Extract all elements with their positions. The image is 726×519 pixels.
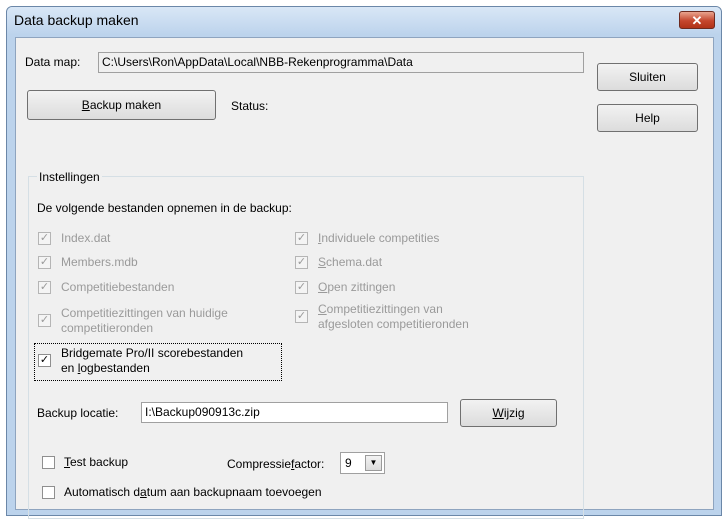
schema-text: chema.dat [326, 255, 383, 269]
sessions-closed-accesskey: C [318, 302, 327, 316]
backup-location-field[interactable]: I:\Backup090913c.zip [141, 402, 448, 423]
test-backup-checkbox[interactable] [42, 456, 55, 469]
auto-date-accesskey: a [140, 485, 147, 499]
sessions-closed-checkbox[interactable]: ✓ [295, 310, 308, 323]
check-icon: ✓ [39, 314, 50, 326]
close-window-button[interactable]: ✕ [679, 11, 715, 29]
check-icon: ✓ [296, 310, 307, 322]
check-icon: ✓ [39, 354, 50, 366]
change-button[interactable]: Wijzig [460, 399, 557, 427]
index-checkbox[interactable]: ✓ [38, 232, 51, 245]
open-sessions-accesskey: O [318, 280, 328, 294]
data-map-label: Data map: [25, 55, 81, 69]
auto-date-checkbox[interactable] [42, 486, 55, 499]
index-label: Index.dat [61, 231, 111, 245]
auto-date-c: tum aan backupnaam toevoegen [146, 485, 322, 499]
change-button-accesskey: W [492, 406, 504, 420]
sessions-current-line1: Competitiezittingen van huidige [61, 306, 228, 320]
sessions-current-line2: competitieronden [61, 321, 154, 335]
bridgemate-checkbox[interactable]: ✓ [38, 354, 51, 367]
sessions-closed-line1: ompetitiezittingen van [326, 302, 443, 316]
schema-checkbox[interactable]: ✓ [295, 256, 308, 269]
check-icon: ✓ [39, 256, 50, 268]
close-icon: ✕ [691, 13, 703, 28]
compression-label-c: actor: [294, 457, 325, 471]
backup-button-label: ackup maken [89, 98, 162, 112]
bridgemate-line2a: en [61, 361, 78, 375]
compression-select[interactable]: 9 ▼ [340, 452, 385, 474]
check-icon: ✓ [296, 256, 307, 268]
individual-label: Individuele competities [318, 231, 439, 245]
compression-label-a: Compressie [227, 457, 292, 471]
test-backup-text: est backup [70, 455, 129, 469]
sessions-current-checkbox[interactable]: ✓ [38, 314, 51, 327]
backup-button[interactable]: Backup maken [27, 90, 216, 120]
auto-date-a: Automatisch d [64, 485, 141, 499]
test-backup-label: Test backup [64, 455, 128, 469]
schema-accesskey: S [318, 255, 327, 269]
sessions-closed-label: Competitiezittingen van afgesloten compe… [318, 302, 469, 332]
sessions-closed-line2: afgesloten competitieronden [318, 317, 469, 331]
members-checkbox[interactable]: ✓ [38, 256, 51, 269]
schema-label: Schema.dat [318, 255, 382, 269]
check-icon: ✓ [39, 281, 50, 293]
close-button[interactable]: Sluiten [597, 63, 698, 91]
auto-date-label: Automatisch datum aan backupnaam toevoeg… [64, 485, 322, 499]
individual-checkbox[interactable]: ✓ [295, 232, 308, 245]
check-icon: ✓ [296, 281, 307, 293]
check-icon: ✓ [39, 232, 50, 244]
settings-intro: De volgende bestanden opnemen in de back… [37, 201, 292, 215]
members-label: Members.mdb [61, 255, 138, 269]
bridgemate-line2c: ogbestanden [80, 361, 150, 375]
bridgemate-line1: Bridgemate Pro/II scorebestanden [61, 346, 244, 360]
open-sessions-checkbox[interactable]: ✓ [295, 281, 308, 294]
compression-label: Compressiefactor: [227, 457, 324, 471]
help-button[interactable]: Help [597, 104, 698, 132]
check-icon: ✓ [296, 232, 307, 244]
change-button-label: ijzig [503, 406, 525, 420]
compression-value: 9 [345, 456, 352, 470]
competition-files-checkbox[interactable]: ✓ [38, 281, 51, 294]
competition-files-label: Competitiebestanden [61, 280, 175, 294]
settings-group-label: Instellingen [37, 170, 102, 184]
data-map-field[interactable]: C:\Users\Ron\AppData\Local\NBB-Rekenprog… [98, 52, 584, 73]
bridgemate-label: Bridgemate Pro/II scorebestanden en logb… [61, 346, 243, 376]
sessions-current-label: Competitiezittingen van huidige competit… [61, 306, 228, 336]
chevron-down-icon[interactable]: ▼ [365, 455, 382, 471]
individual-text: ndividuele competities [321, 231, 440, 245]
backup-button-accesskey: B [81, 98, 90, 112]
backup-location-label: Backup locatie: [37, 406, 119, 420]
window-title: Data backup maken [14, 12, 139, 28]
open-sessions-text: pen zittingen [327, 280, 396, 294]
open-sessions-label: Open zittingen [318, 280, 395, 294]
status-label: Status: [231, 99, 269, 113]
